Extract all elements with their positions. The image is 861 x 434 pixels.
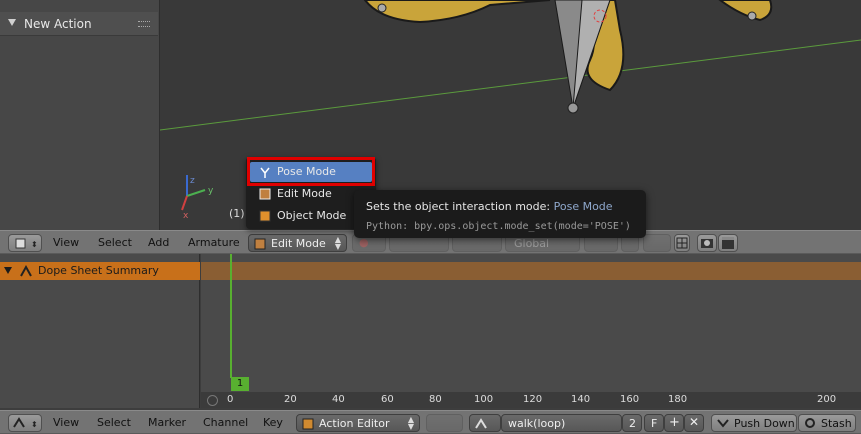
camera-icon [701, 239, 713, 248]
axis-gizmo: z y x [181, 175, 214, 221]
dropdown-arrows-icon: ▲ ▼ [407, 415, 414, 431]
ruler-tick: 180 [668, 394, 688, 405]
snap-button[interactable] [643, 234, 671, 252]
menu-select[interactable]: Select [97, 416, 131, 429]
tool-shelf: New Action [0, 0, 160, 230]
svg-text:⬍: ⬍ [31, 420, 38, 429]
ruler-tick: 100 [474, 394, 494, 405]
close-icon: ✕ [689, 415, 700, 429]
ruler-tick: 60 [381, 394, 394, 405]
edit-mode-icon [259, 188, 271, 200]
layer-buttons[interactable] [426, 414, 463, 432]
fake-user-button[interactable]: F [644, 414, 664, 432]
blender-window: New Action z y x (1) ⬍ View Select Add A… [0, 0, 861, 434]
bone-joint [377, 3, 387, 13]
gear-icon [805, 418, 815, 428]
collapse-triangle-icon[interactable] [8, 19, 16, 26]
new-action-button[interactable]: + [664, 414, 684, 432]
menu-view[interactable]: View [53, 416, 79, 429]
current-frame-line[interactable] [230, 254, 232, 378]
svg-text:x: x [183, 211, 189, 221]
menu-marker[interactable]: Marker [148, 416, 186, 429]
3d-view-icon: ⬍ [15, 238, 38, 249]
menu-view[interactable]: View [53, 236, 79, 249]
summary-icon [20, 264, 32, 277]
ruler-tick: 140 [571, 394, 591, 405]
ruler-tick: 200 [817, 394, 837, 405]
panel-title: New Action [24, 17, 92, 31]
render-anim-button[interactable] [718, 234, 738, 252]
ruler-tick: 20 [284, 394, 297, 405]
action-name-field[interactable]: walk(loop) [501, 414, 622, 432]
editor-type-button[interactable]: ⬍ [8, 414, 42, 432]
user-count[interactable]: 2 [622, 414, 642, 432]
clapper-icon [722, 237, 734, 249]
edit-mode-icon [254, 238, 266, 250]
dope-sheet-summary-row[interactable]: Dope Sheet Summary [0, 262, 200, 280]
plus-icon: + [669, 415, 680, 430]
ruler-tick: 80 [429, 394, 442, 405]
action-browse-button[interactable] [469, 414, 501, 432]
tooltip: Sets the object interaction mode: Pose M… [354, 190, 646, 238]
scrollbar-handle[interactable] [207, 395, 218, 406]
character-body [363, 0, 551, 24]
tooltip-description: Sets the object interaction mode: Pose M… [366, 200, 613, 213]
push-down-icon [717, 419, 729, 428]
dropdown-arrows-icon: ▲ ▼ [334, 235, 341, 251]
ruler-tick: 0 [227, 394, 234, 405]
render-button[interactable] [697, 234, 717, 252]
current-frame-indicator[interactable]: 1 [231, 377, 249, 391]
menu-armature[interactable]: Armature [188, 236, 240, 249]
stash-button[interactable]: Stash [798, 414, 856, 432]
menu-select[interactable]: Select [98, 236, 132, 249]
action-editor-icon [302, 418, 314, 430]
dopesheet-header: ⬍ View Select Marker Channel Key Action … [0, 410, 861, 434]
ruler-tick: 120 [523, 394, 543, 405]
bone-joint [747, 11, 757, 21]
ruler-tick: 160 [620, 394, 640, 405]
character-arm [718, 0, 773, 22]
ruler-tick: 40 [332, 394, 345, 405]
timeline-ruler[interactable]: 0 20 40 60 80 100 120 140 160 180 200 [201, 392, 861, 408]
summary-keyframe-band [201, 262, 861, 280]
editor-type-button[interactable]: ⬍ [8, 234, 42, 252]
bone-joint [567, 102, 579, 114]
grid-icon [676, 237, 688, 249]
svg-text:⬍: ⬍ [31, 240, 38, 249]
expand-triangle-icon[interactable] [4, 267, 12, 274]
svg-text:y: y [208, 186, 214, 196]
menu-key[interactable]: Key [263, 416, 283, 429]
dopesheet-icon: ⬍ [13, 417, 38, 429]
menu-channel[interactable]: Channel [203, 416, 248, 429]
action-icon [475, 418, 487, 429]
push-down-button[interactable]: Push Down [711, 414, 797, 432]
editor-mode-dropdown[interactable]: Action Editor ▲ ▼ [296, 414, 420, 432]
viewport-frame-label: (1) [229, 207, 245, 220]
new-action-panel-header[interactable]: New Action [0, 12, 158, 36]
unlink-action-button[interactable]: ✕ [684, 414, 704, 432]
menu-add[interactable]: Add [148, 236, 169, 249]
mode-dropdown[interactable]: Edit Mode ▲ ▼ [248, 234, 347, 252]
svg-text:z: z [190, 176, 195, 186]
drag-grip-icon[interactable] [138, 21, 150, 27]
snap-element-button[interactable] [674, 234, 690, 252]
tooltip-python: Python: bpy.ops.object.mode_set(mode='PO… [366, 221, 631, 232]
highlight-frame [247, 157, 375, 186]
grid-axis-line [160, 39, 861, 131]
object-mode-icon [259, 210, 271, 222]
